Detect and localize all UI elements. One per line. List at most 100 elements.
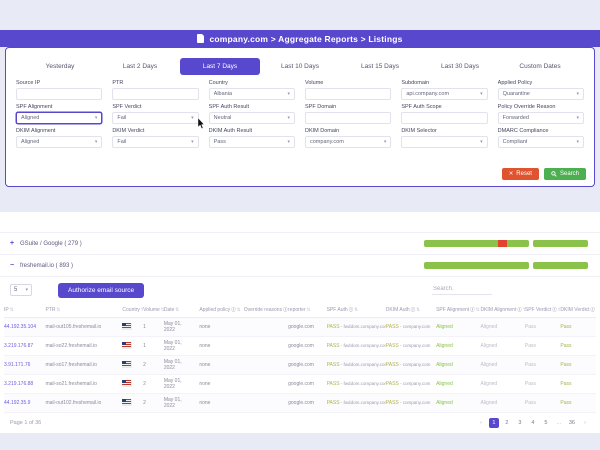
dkim-alignment-value: Aligned bbox=[480, 362, 497, 368]
info-icon[interactable]: ⓘ bbox=[231, 307, 236, 313]
sort-icon[interactable]: ⇅ bbox=[10, 307, 14, 313]
column-header-date[interactable]: Date⇅ bbox=[164, 307, 200, 313]
spf-auth-result: PASS bbox=[327, 324, 340, 330]
page-button-5[interactable]: 5 bbox=[541, 418, 551, 428]
column-header-dkim-auth[interactable]: DKIM Authⓘ⇅ bbox=[386, 307, 436, 313]
column-header-dkim-alignment[interactable]: DKIM Alignmentⓘ⇅ bbox=[480, 307, 524, 313]
filter-spf-domain-input[interactable] bbox=[305, 112, 391, 124]
page-button-2[interactable]: 2 bbox=[502, 418, 512, 428]
page-button-36[interactable]: 36 bbox=[567, 418, 577, 428]
filter-subdomain-select[interactable]: api.company.com▾ bbox=[401, 88, 487, 100]
ip-link[interactable]: 44.192.35.104 bbox=[4, 324, 36, 330]
filter-applied-policy-select[interactable]: Quarantine▾ bbox=[498, 88, 584, 100]
column-label: Override reasons bbox=[244, 307, 282, 313]
column-header-country[interactable]: Country⇅ bbox=[122, 307, 143, 313]
tab-custom-dates[interactable]: Custom Dates bbox=[500, 58, 580, 75]
prev-page-button[interactable]: ‹ bbox=[476, 418, 486, 428]
spf-auth-result: PASS bbox=[327, 343, 340, 349]
page-button-1[interactable]: 1 bbox=[489, 418, 499, 428]
info-icon[interactable]: ⓘ bbox=[283, 307, 288, 313]
reset-button[interactable]: ✕ Reset bbox=[502, 168, 539, 180]
sort-icon[interactable]: ⇅ bbox=[307, 307, 311, 313]
table-footer: Page 1 of 36 ‹12345...36› bbox=[0, 413, 600, 428]
info-icon[interactable]: ⓘ bbox=[470, 307, 475, 313]
filter-label: Applied Policy bbox=[498, 80, 584, 86]
dkim-auth-domain: - company.com bbox=[399, 324, 431, 329]
filter-dkim-domain-select[interactable]: company.com▾ bbox=[305, 136, 391, 148]
spf-alignment-value: Aligned bbox=[436, 362, 453, 368]
page-button-4[interactable]: 4 bbox=[528, 418, 538, 428]
tab-yesterday[interactable]: Yesterday bbox=[20, 58, 100, 75]
column-header-spf-verdict[interactable]: SPF Verdictⓘ⇅ bbox=[525, 307, 561, 313]
sort-icon[interactable]: ⇅ bbox=[175, 307, 179, 313]
page-size-select[interactable]: 5 ▾ bbox=[10, 284, 32, 296]
table-row[interactable]: 44.192.35.104mail-out105.freshemail.io1M… bbox=[4, 318, 596, 337]
cell-dkim_verdict: Pass bbox=[560, 343, 596, 349]
column-header-spf-alignment[interactable]: SPF Alignmentⓘ⇅ bbox=[436, 307, 480, 313]
filter-spf-auth-result-select[interactable]: Neutral▾ bbox=[209, 112, 295, 124]
table-row[interactable]: 3.219.176.88mail-so21.freshemail.io2May … bbox=[4, 375, 596, 394]
cell-policy: none bbox=[199, 400, 243, 406]
tab-last-7-days[interactable]: Last 7 Days bbox=[180, 58, 260, 75]
filter-ptr-input[interactable] bbox=[112, 88, 198, 100]
table-body: 44.192.35.104mail-out105.freshemail.io1M… bbox=[4, 318, 596, 413]
column-header-volume[interactable]: Volume⇅ bbox=[143, 307, 164, 313]
filter-value: Aligned bbox=[21, 115, 39, 121]
authorize-email-source-button[interactable]: Authorize email source bbox=[58, 283, 144, 298]
column-header-applied-policy[interactable]: Applied policyⓘ⇅ bbox=[199, 307, 243, 313]
table-row[interactable]: 3.91.171.76mail-so17.freshemail.io2May 0… bbox=[4, 356, 596, 375]
info-icon[interactable]: ⓘ bbox=[552, 307, 557, 313]
filter-dkim-alignment-select[interactable]: Aligned▾ bbox=[16, 136, 102, 148]
table-row[interactable]: 3.219.176.87mail-so22.freshemail.io1May … bbox=[4, 337, 596, 356]
sort-icon[interactable]: ⇅ bbox=[237, 307, 241, 313]
filter-label: SPF Domain bbox=[305, 104, 391, 110]
cell-ptr: mail-so22.freshemail.io bbox=[45, 343, 122, 349]
ip-link[interactable]: 3.91.171.76 bbox=[4, 362, 30, 368]
tab-last-10-days[interactable]: Last 10 Days bbox=[260, 58, 340, 75]
filter-volume-input[interactable] bbox=[305, 88, 391, 100]
filter-dmarc-compliance-select[interactable]: Compliant▾ bbox=[498, 136, 584, 148]
filter-label: DKIM Auth Result bbox=[209, 128, 295, 134]
tab-last-15-days[interactable]: Last 15 Days bbox=[340, 58, 420, 75]
info-icon[interactable]: ⓘ bbox=[411, 307, 416, 313]
ip-link[interactable]: 44.192.35.9 bbox=[4, 400, 30, 406]
tab-last-30-days[interactable]: Last 30 Days bbox=[420, 58, 500, 75]
info-icon[interactable]: ⓘ bbox=[517, 307, 522, 313]
filter-dkim-selector-select[interactable]: ▾ bbox=[401, 136, 487, 148]
source-group-row[interactable]: −freshemail.io ( 893 ) bbox=[0, 255, 600, 277]
search-button[interactable]: Search bbox=[544, 168, 586, 180]
table-search-input[interactable] bbox=[432, 284, 492, 295]
filter-dkim-verdict-select[interactable]: Fail▾ bbox=[112, 136, 198, 148]
sort-icon[interactable]: ⇅ bbox=[476, 307, 480, 313]
sort-icon[interactable]: ⇅ bbox=[416, 307, 420, 313]
collapse-icon[interactable]: − bbox=[10, 262, 16, 269]
column-header-reporter[interactable]: reporter⇅ bbox=[288, 307, 326, 313]
filter-country-select[interactable]: Albania▾ bbox=[209, 88, 295, 100]
cell-ip: 44.192.35.104 bbox=[4, 324, 45, 330]
filter-source-ip-input[interactable] bbox=[16, 88, 102, 100]
table-row[interactable]: 44.192.35.9mail-out102.freshemail.io2May… bbox=[4, 394, 596, 413]
column-header-override-reasons[interactable]: Override reasonsⓘ⇅ bbox=[244, 307, 288, 313]
column-header-spf-auth[interactable]: SPF Authⓘ⇅ bbox=[327, 307, 386, 313]
ip-link[interactable]: 3.219.176.87 bbox=[4, 343, 33, 349]
filter-spf-auth-scope-input[interactable] bbox=[401, 112, 487, 124]
filter-spf-alignment-select[interactable]: Aligned▾ bbox=[16, 112, 102, 124]
sort-icon[interactable]: ⇅ bbox=[354, 307, 358, 313]
expand-icon[interactable]: + bbox=[10, 240, 16, 247]
sort-icon[interactable]: ⇅ bbox=[56, 307, 60, 313]
filter-dkim-auth-result-select[interactable]: Pass▾ bbox=[209, 136, 295, 148]
column-header-ptr[interactable]: PTR⇅ bbox=[45, 307, 122, 313]
filter-spf-verdict-select[interactable]: Fail▾ bbox=[112, 112, 198, 124]
page-button-3[interactable]: 3 bbox=[515, 418, 525, 428]
cell-ip: 3.219.176.87 bbox=[4, 343, 45, 349]
info-icon[interactable]: ⓘ bbox=[591, 307, 596, 313]
filter-field-dkim-selector: DKIM Selector▾ bbox=[401, 128, 487, 148]
next-page-button[interactable]: › bbox=[580, 418, 590, 428]
info-icon[interactable]: ⓘ bbox=[349, 307, 354, 313]
source-group-row[interactable]: +GSuite / Google ( 279 ) bbox=[0, 233, 600, 255]
column-header-ip[interactable]: IP⇅ bbox=[4, 307, 45, 313]
filter-policy-override-reason-select[interactable]: Forwarded▾ bbox=[498, 112, 584, 124]
column-header-dkim-verdict[interactable]: DKIM Verdictⓘ⇅ bbox=[560, 307, 596, 313]
ip-link[interactable]: 3.219.176.88 bbox=[4, 381, 33, 387]
tab-last-2-days[interactable]: Last 2 Days bbox=[100, 58, 180, 75]
